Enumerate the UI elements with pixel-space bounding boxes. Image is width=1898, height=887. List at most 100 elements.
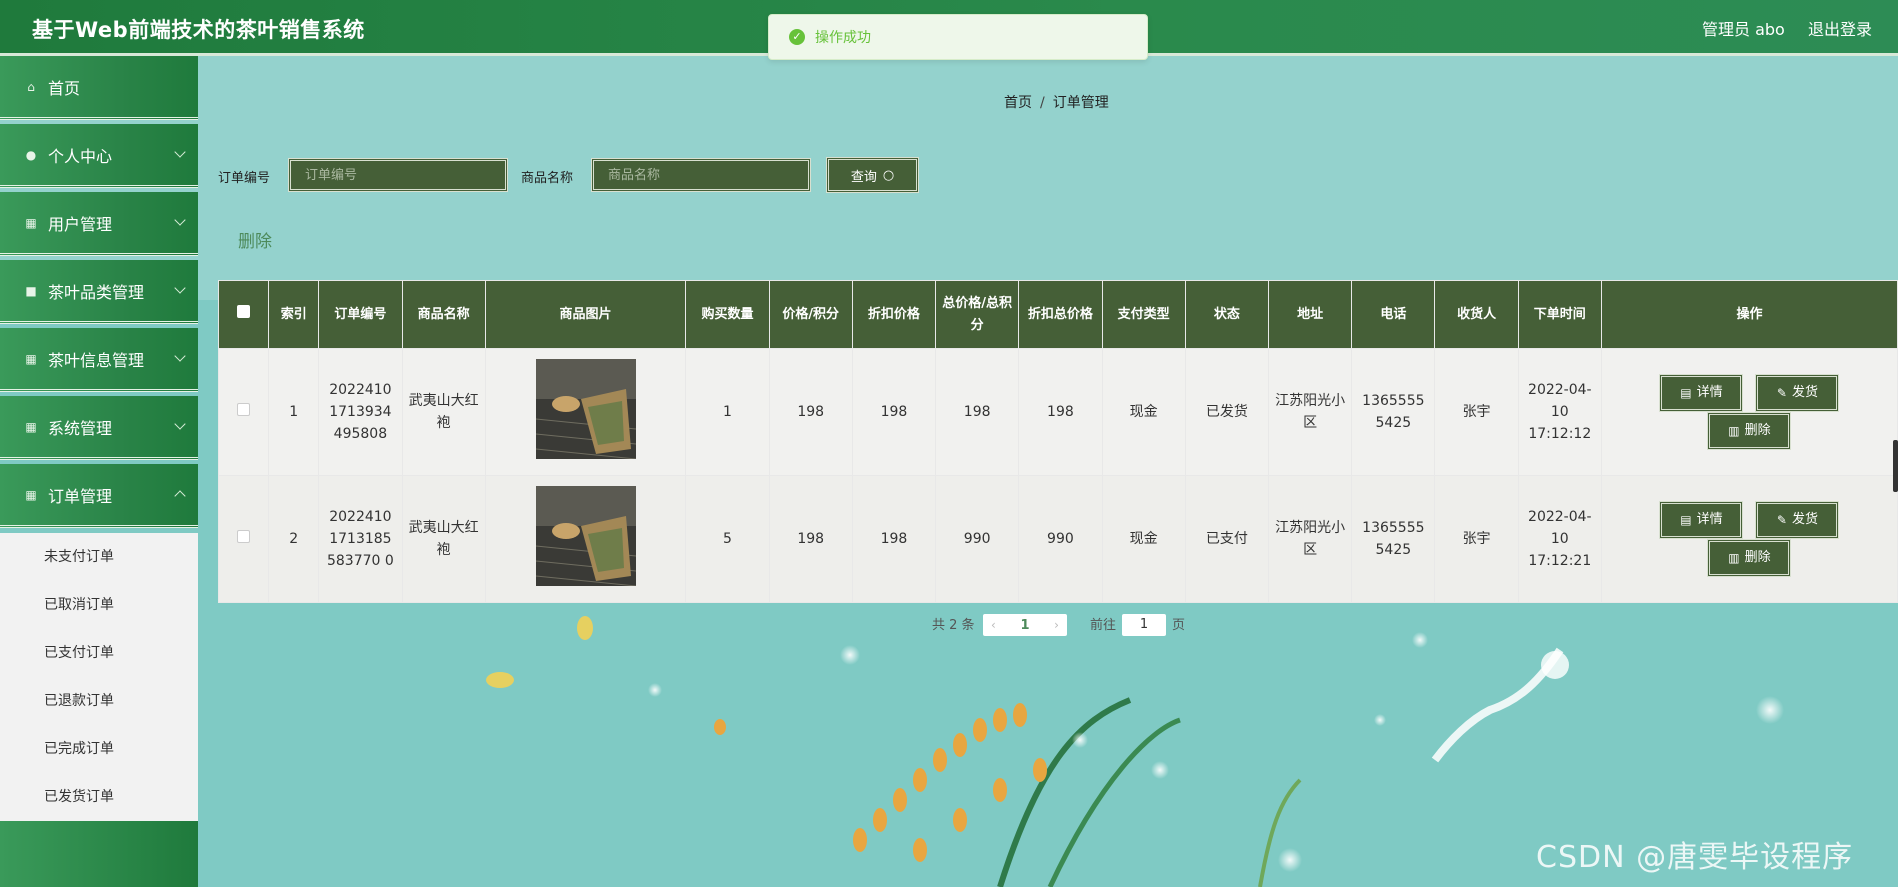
- col-header: 下单时间: [1517, 280, 1602, 349]
- submenu-cancelled[interactable]: 已取消订单: [0, 581, 198, 629]
- delete-button[interactable]: ▥ 删除: [1707, 539, 1792, 577]
- square-icon: ■: [25, 283, 37, 298]
- query-button[interactable]: 查询 ○: [826, 157, 919, 193]
- cell-status: 已支付: [1184, 475, 1269, 603]
- ship-button[interactable]: ✎ 发货: [1755, 374, 1840, 412]
- detail-button[interactable]: ▤ 详情: [1659, 374, 1744, 412]
- col-header: 价格/积分: [768, 280, 853, 349]
- breadcrumb: 首页 / 订单管理: [1004, 92, 1109, 112]
- tea-product-image: [535, 485, 636, 586]
- success-toast: ✓ 操作成功: [768, 14, 1148, 60]
- detail-label: 详情: [1696, 385, 1723, 400]
- sidebar-item-label: 订单管理: [48, 486, 113, 506]
- cell-pay-type: 现金: [1101, 348, 1186, 476]
- delete-button[interactable]: ▥ 删除: [1707, 412, 1792, 450]
- cell-product: 武夷山大红袍: [401, 475, 486, 603]
- sidebar-item-system[interactable]: ▦ 系统管理: [0, 396, 198, 460]
- cell-pay-type: 现金: [1101, 475, 1186, 603]
- tea-product-image: [535, 358, 636, 459]
- scrollbar-thumb[interactable]: [1893, 440, 1898, 492]
- col-header: 折扣价格: [851, 280, 937, 349]
- cell-discount-price: 198: [851, 348, 937, 476]
- breadcrumb-separator: /: [1040, 95, 1045, 111]
- cell-image: [484, 348, 687, 476]
- table-row: 2 20224101713185583770 0 武夷山大红袍 5 198 19…: [217, 475, 1898, 603]
- page-suffix: 页: [1172, 618, 1186, 633]
- submenu-refunded[interactable]: 已退款订单: [0, 677, 198, 725]
- cell-price: 198: [768, 475, 853, 603]
- cell-order-no: 20224101713934495808: [318, 348, 403, 476]
- sidebar-item-users[interactable]: ▦ 用户管理: [0, 192, 198, 256]
- chevron-down-icon: [174, 146, 186, 158]
- submenu-unpaid[interactable]: 未支付订单: [0, 533, 198, 581]
- cell-total: 990: [935, 475, 1020, 603]
- submenu-completed[interactable]: 已完成订单: [0, 725, 198, 773]
- row-checkbox[interactable]: [217, 475, 270, 603]
- cell-status: 已发货: [1184, 348, 1269, 476]
- cell-image: [484, 475, 687, 603]
- submenu-paid[interactable]: 已支付订单: [0, 629, 198, 677]
- breadcrumb-home[interactable]: 首页: [1004, 95, 1032, 111]
- cell-actions: ▤ 详情 ✎ 发货 ▥ 删除: [1600, 348, 1898, 476]
- sidebar-item-orders[interactable]: ▦ 订单管理: [0, 464, 198, 528]
- batch-delete-button[interactable]: 删除: [238, 227, 272, 252]
- prev-page-button[interactable]: ‹: [991, 618, 996, 632]
- col-header: 电话: [1351, 280, 1436, 349]
- search-icon: ○: [882, 167, 895, 183]
- pagination-total: 共 2 条: [932, 618, 975, 633]
- query-label: 查询: [850, 169, 877, 185]
- cell-qty: 1: [685, 348, 770, 476]
- sidebar-item-profile[interactable]: ● 个人中心: [0, 124, 198, 188]
- sidebar-item-tea-category[interactable]: ■ 茶叶品类管理: [0, 260, 198, 324]
- sidebar-item-label: 系统管理: [48, 418, 113, 438]
- sidebar-item-home[interactable]: ⌂ 首页: [0, 56, 198, 120]
- edit-icon: ✎: [1776, 386, 1787, 400]
- delete-label: 删除: [1744, 423, 1771, 438]
- sidebar-footer: [0, 821, 198, 887]
- col-header: 操作: [1600, 280, 1898, 349]
- document-icon: ▤: [1680, 386, 1692, 400]
- select-all-checkbox[interactable]: [217, 280, 270, 349]
- trash-icon: ▥: [1728, 424, 1740, 438]
- cell-index: 2: [268, 475, 320, 603]
- ship-label: 发货: [1791, 385, 1818, 400]
- cell-time: 2022-04-10 17:12:12: [1517, 348, 1602, 476]
- grid-icon: ▦: [25, 487, 37, 502]
- ship-button[interactable]: ✎ 发货: [1755, 501, 1840, 539]
- detail-label: 详情: [1696, 512, 1723, 527]
- next-page-button[interactable]: ›: [1054, 618, 1059, 632]
- cell-product: 武夷山大红袍: [401, 348, 486, 476]
- chevron-down-icon: [174, 214, 186, 226]
- chevron-down-icon: [174, 282, 186, 294]
- cell-address: 江苏阳光小区: [1267, 348, 1353, 476]
- row-checkbox[interactable]: [217, 348, 270, 476]
- cell-receiver: 张宇: [1434, 348, 1519, 476]
- col-header: 订单编号: [318, 280, 403, 349]
- col-header: 总价格/总积分: [935, 280, 1020, 349]
- col-header: 折扣总价格: [1018, 280, 1103, 349]
- cell-time: 2022-04-10 17:12:21: [1517, 475, 1602, 603]
- submenu-shipped[interactable]: 已发货订单: [0, 773, 198, 821]
- page-jump-input[interactable]: 1: [1122, 614, 1166, 636]
- cell-price: 198: [768, 348, 853, 476]
- cell-index: 1: [268, 348, 320, 476]
- cell-order-no: 20224101713185583770 0: [318, 475, 403, 603]
- cell-receiver: 张宇: [1434, 475, 1519, 603]
- col-header: 支付类型: [1101, 280, 1186, 349]
- sidebar: ⌂ 首页 ● 个人中心 ▦ 用户管理 ■ 茶叶品类管理 ▦ 茶叶信息管理 ▦ 系…: [0, 56, 198, 887]
- logout-link[interactable]: 退出登录: [1808, 16, 1872, 40]
- cell-discount-price: 198: [851, 475, 937, 603]
- grid-icon: ▦: [25, 351, 37, 366]
- sidebar-item-label: 个人中心: [48, 146, 113, 166]
- check-circle-icon: ✓: [789, 29, 805, 45]
- detail-button[interactable]: ▤ 详情: [1659, 501, 1744, 539]
- sidebar-item-label: 茶叶品类管理: [48, 282, 145, 302]
- order-no-input[interactable]: [288, 158, 508, 192]
- col-header: 商品图片: [484, 280, 687, 349]
- grid-icon: ▦: [25, 419, 37, 434]
- sidebar-item-tea-info[interactable]: ▦ 茶叶信息管理: [0, 328, 198, 392]
- table-row: 1 20224101713934495808 武夷山大红袍 1 198 198: [217, 348, 1898, 476]
- current-page[interactable]: 1: [1020, 618, 1029, 633]
- trash-icon: ▥: [1728, 551, 1740, 565]
- product-name-input[interactable]: [591, 158, 811, 192]
